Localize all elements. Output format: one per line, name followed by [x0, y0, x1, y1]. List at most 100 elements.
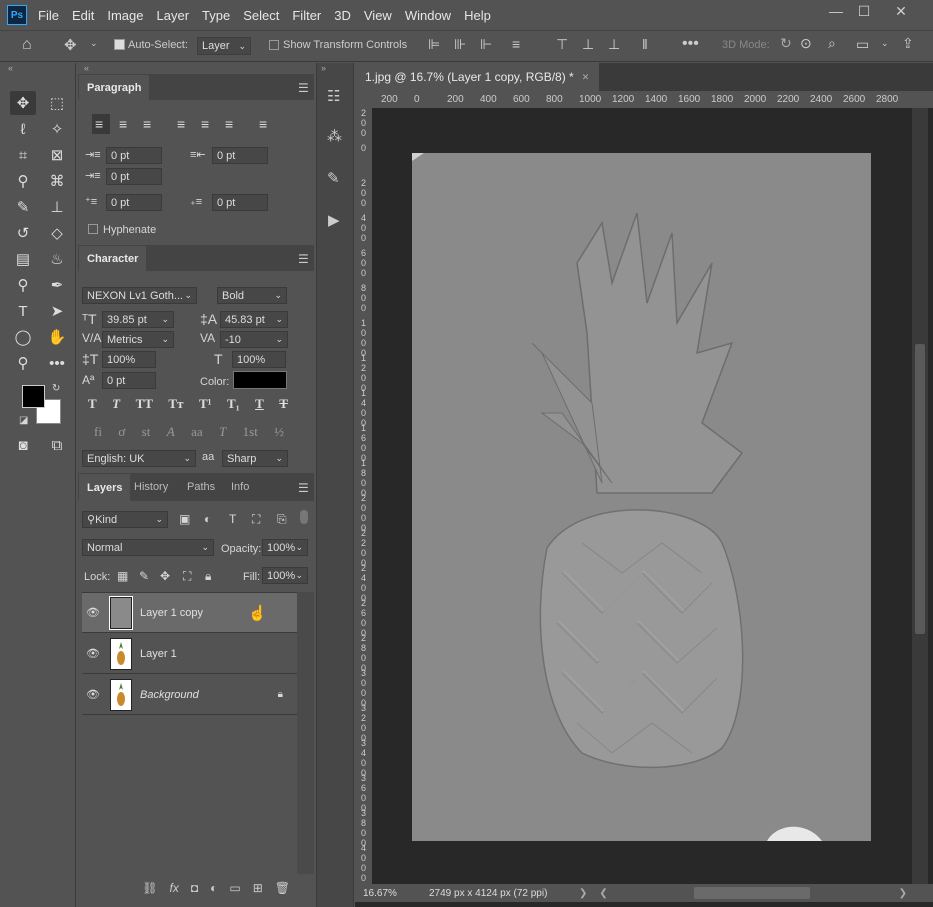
space-before-input[interactable]: 0 pt [106, 194, 162, 211]
scroll-left-icon[interactable]: ❮ [599, 888, 607, 899]
quick-mask-icon[interactable]: ◙ [10, 433, 36, 457]
distribute-vertical-icon[interactable]: ‖ [642, 36, 648, 52]
antialias-dropdown[interactable]: Sharp ⌄ [222, 450, 288, 467]
ordinals-button[interactable]: 1st [243, 424, 258, 440]
justify-left-icon[interactable]: ≡ [177, 116, 185, 132]
home-icon[interactable]: ⌂ [22, 36, 32, 54]
lock-all-icon[interactable]: 🔒︎ [205, 569, 211, 584]
tab-paragraph[interactable]: Paragraph [79, 75, 150, 101]
lock-transparency-icon[interactable]: ▦ [117, 569, 128, 583]
first-line-indent-input[interactable]: 0 pt [106, 168, 162, 185]
menu-select[interactable]: Select [238, 8, 287, 23]
align-right-icon[interactable]: ⊩ [480, 36, 492, 53]
status-arrow-icon[interactable]: ❯ [579, 888, 587, 899]
horizontal-scroll-thumb[interactable] [693, 887, 810, 899]
panel-menu-icon[interactable]: ☰ [298, 481, 309, 495]
workspace-icon[interactable]: ▭ [856, 36, 869, 53]
leading-input[interactable]: 45.83 pt ⌄ [220, 311, 288, 328]
eyedropper-tool-icon[interactable]: ⚲ [10, 169, 36, 193]
justify-right-icon[interactable]: ≡ [225, 116, 233, 132]
3d-roll-icon[interactable]: ⊙ [800, 35, 812, 52]
zoom-level[interactable]: 16.67% [363, 888, 423, 899]
faux-bold-button[interactable]: T [88, 396, 97, 412]
faux-italic-button[interactable]: T [112, 396, 120, 412]
scroll-right-icon[interactable]: ❯ [899, 888, 907, 899]
pen-tool-icon[interactable]: ✒ [44, 273, 70, 297]
magic-wand-tool-icon[interactable]: ✧ [44, 117, 70, 141]
align-bottom-icon[interactable]: ⊥ [608, 36, 620, 53]
blur-tool-icon[interactable]: ♨ [44, 247, 70, 271]
eye-icon[interactable]: 👁︎ [82, 647, 104, 660]
foreground-color-swatch[interactable] [22, 385, 45, 408]
adjustment-layer-icon[interactable]: ◐ [210, 881, 217, 895]
zoom-tool-icon[interactable]: ⚲ [10, 351, 36, 375]
ligatures-button[interactable]: fi [94, 424, 102, 440]
collapse-icon[interactable]: « [84, 63, 89, 73]
filter-smart-object-icon[interactable]: ⎘ [277, 512, 287, 527]
vertical-scrollbar[interactable] [912, 108, 928, 884]
new-group-icon[interactable]: ▭ [229, 881, 240, 895]
indent-left-input[interactable]: 0 pt [106, 147, 162, 164]
align-center-text-icon[interactable]: ≡ [119, 116, 127, 132]
brush-settings-icon[interactable]: ✎ [327, 169, 340, 187]
eye-icon[interactable]: 👁︎ [82, 606, 104, 619]
text-color-swatch[interactable] [233, 371, 287, 389]
lasso-tool-icon[interactable]: ℓ [10, 117, 36, 141]
underline-button[interactable]: T [255, 396, 264, 412]
3d-orbit-icon[interactable]: ↻ [780, 35, 792, 52]
layer-name[interactable]: Layer 1 copy [140, 607, 203, 619]
ellipse-tool-icon[interactable]: ◯ [10, 325, 36, 349]
delete-layer-icon[interactable]: 🗑︎ [275, 881, 290, 895]
tracking-input[interactable]: -10 ⌄ [220, 331, 288, 348]
filter-pixel-icon[interactable]: ▣ [179, 512, 190, 526]
vertical-ruler[interactable]: 2 0 0 0 2 0 0 4 0 0 6 0 0 8 0 0 1 0 0 0 … [355, 108, 372, 884]
marquee-tool-icon[interactable]: ⬚ [44, 91, 70, 115]
vertical-scroll-thumb[interactable] [915, 344, 925, 634]
swash-button[interactable]: A [167, 424, 175, 440]
font-style-dropdown[interactable]: Bold ⌄ [217, 287, 287, 304]
search-icon[interactable]: ⌕ [828, 35, 836, 52]
menu-file[interactable]: File [33, 8, 67, 23]
align-top-icon[interactable]: ⊤ [556, 36, 568, 53]
filter-toggle-icon[interactable] [300, 510, 308, 524]
move-tool-icon[interactable]: ✥ [10, 91, 36, 115]
dodge-tool-icon[interactable]: ⚲ [10, 273, 36, 297]
link-layers-icon[interactable]: ⛓ [142, 881, 157, 895]
document-tab[interactable]: 1.jpg @ 16.7% (Layer 1 copy, RGB/8) * ✕ [355, 63, 600, 91]
hand-tool-icon[interactable]: ✋ [44, 325, 70, 349]
blend-mode-dropdown[interactable]: Normal ⌄ [82, 539, 214, 556]
font-size-input[interactable]: 39.85 pt ⌄ [102, 311, 174, 328]
channels-panel-icon[interactable]: ⁂ [327, 127, 342, 145]
type-tool-icon[interactable]: T [10, 299, 36, 323]
layer-row-background[interactable]: 👁︎ Background 🔒︎ [82, 675, 297, 715]
menu-view[interactable]: View [359, 8, 400, 23]
indent-right-input[interactable]: 0 pt [212, 147, 268, 164]
layer-name[interactable]: Layer 1 [140, 648, 177, 660]
layer-row-layer-1[interactable]: 👁︎ Layer 1 [82, 634, 297, 674]
small-caps-button[interactable]: Tт [168, 396, 183, 412]
layer-filter-dropdown[interactable]: ⚲ Kind ⌄ [82, 511, 168, 528]
fractions-button[interactable]: ½ [274, 424, 284, 440]
healing-brush-tool-icon[interactable]: ⌘ [44, 169, 70, 193]
lock-position-icon[interactable]: ✥ [160, 569, 170, 583]
tab-character[interactable]: Character [79, 246, 147, 272]
all-caps-button[interactable]: TT [136, 396, 153, 412]
gradient-tool-icon[interactable]: ▤ [10, 247, 36, 271]
tab-history[interactable]: History [134, 481, 168, 493]
vertical-scale-input[interactable]: 100% [102, 351, 156, 368]
superscript-button[interactable]: T¹ [199, 396, 212, 412]
clone-stamp-tool-icon[interactable]: ⊥ [44, 195, 70, 219]
collapse-icon[interactable]: « [8, 63, 13, 73]
menu-type[interactable]: Type [197, 8, 238, 23]
horizontal-ruler[interactable]: 200 0 200 400 600 800 1000 1200 1400 160… [355, 91, 933, 108]
strikethrough-button[interactable]: T [279, 396, 288, 412]
menu-image[interactable]: Image [102, 8, 151, 23]
menu-edit[interactable]: Edit [67, 8, 102, 23]
layer-name[interactable]: Background [140, 689, 199, 701]
more-tools-icon[interactable]: ••• [44, 351, 70, 375]
layer-row-layer-1-copy[interactable]: 👁︎ Layer 1 copy ☝ [82, 593, 297, 633]
menu-layer[interactable]: Layer [152, 8, 198, 23]
actions-play-icon[interactable]: ▶ [328, 211, 340, 229]
move-tool-preset-icon[interactable]: ✥ [64, 36, 77, 54]
more-options-icon[interactable]: ••• [682, 35, 699, 53]
